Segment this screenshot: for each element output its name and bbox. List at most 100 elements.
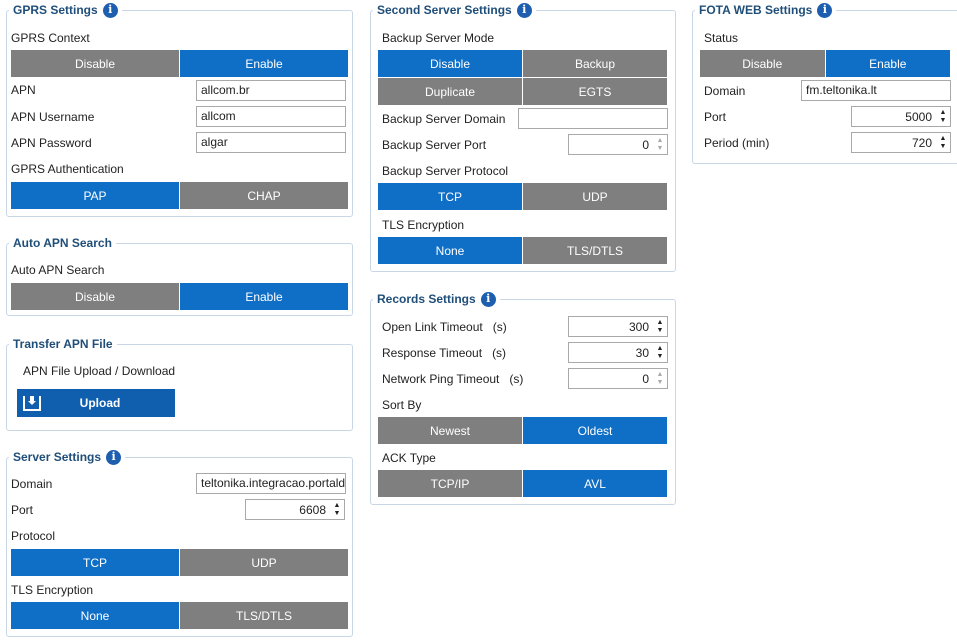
server-tls-toggle: None TLS/DTLS bbox=[11, 602, 348, 629]
backup-mode-row1: Disable Backup bbox=[378, 50, 667, 77]
gprs-context-disable-button[interactable]: Disable bbox=[11, 50, 179, 77]
backup-tls-label: TLS Encryption bbox=[382, 218, 465, 232]
fota-web-title: FOTA WEB Settings i bbox=[695, 2, 837, 18]
gprs-auth-pap-button[interactable]: PAP bbox=[11, 182, 179, 209]
gprs-context-toggle: Disable Enable bbox=[11, 50, 348, 77]
backup-mode-egts-button[interactable]: EGTS bbox=[523, 78, 667, 105]
gprs-settings-title: GPRS Settings i bbox=[9, 2, 122, 18]
apn-username-label: APN Username bbox=[11, 110, 95, 124]
fota-status-label: Status bbox=[704, 31, 739, 45]
spinner-arrows-icon[interactable]: ▲ ▼ bbox=[330, 500, 344, 519]
apn-input[interactable]: allcom.br bbox=[196, 80, 346, 101]
server-tls-label: TLS Encryption bbox=[11, 583, 94, 597]
apn-file-label: APN File Upload / Download bbox=[23, 364, 176, 378]
auto-apn-panel: Auto APN Search Auto APN Search Disable … bbox=[6, 235, 353, 316]
ping-timeout-unit: (s) bbox=[509, 372, 524, 386]
gprs-context-enable-button[interactable]: Enable bbox=[180, 50, 348, 77]
fota-port-label: Port bbox=[704, 110, 727, 124]
spinner-arrows-icon[interactable]: ▲ ▼ bbox=[653, 135, 667, 154]
backup-tls-none-button[interactable]: None bbox=[378, 237, 522, 264]
upload-button[interactable]: Upload bbox=[17, 389, 175, 417]
backup-protocol-toggle: TCP UDP bbox=[378, 183, 667, 210]
server-protocol-label: Protocol bbox=[11, 529, 56, 543]
ack-avl-button[interactable]: AVL bbox=[523, 470, 667, 497]
server-port-label: Port bbox=[11, 503, 34, 517]
backup-domain-label: Backup Server Domain bbox=[382, 112, 506, 126]
response-timeout-unit: (s) bbox=[492, 346, 507, 360]
auto-apn-disable-button[interactable]: Disable bbox=[11, 283, 179, 310]
apn-label: APN bbox=[11, 83, 36, 97]
upload-icon bbox=[23, 395, 41, 411]
ping-timeout-label: Network Ping Timeout bbox=[382, 372, 500, 386]
backup-mode-disable-button[interactable]: Disable bbox=[378, 50, 522, 77]
fota-web-panel: FOTA WEB Settings i Status Disable Enabl… bbox=[692, 2, 957, 164]
ack-tcpip-button[interactable]: TCP/IP bbox=[378, 470, 522, 497]
gprs-auth-chap-button[interactable]: CHAP bbox=[180, 182, 348, 209]
gprs-context-label: GPRS Context bbox=[11, 31, 90, 45]
server-tls-dtls-button[interactable]: TLS/DTLS bbox=[180, 602, 348, 629]
server-protocol-tcp-button[interactable]: TCP bbox=[11, 549, 179, 576]
server-protocol-udp-button[interactable]: UDP bbox=[180, 549, 348, 576]
server-settings-panel: Server Settings i Domain teltonika.integ… bbox=[6, 449, 353, 637]
info-icon[interactable]: i bbox=[102, 2, 118, 18]
server-tls-none-button[interactable]: None bbox=[11, 602, 179, 629]
open-link-unit: (s) bbox=[492, 320, 507, 334]
auto-apn-enable-button[interactable]: Enable bbox=[180, 283, 348, 310]
fota-disable-button[interactable]: Disable bbox=[700, 50, 825, 77]
records-settings-title: Records Settings i bbox=[373, 291, 500, 307]
auto-apn-title: Auto APN Search bbox=[9, 235, 116, 251]
spinner-arrows-icon[interactable]: ▲ ▼ bbox=[653, 369, 667, 388]
fota-domain-input[interactable]: fm.teltonika.lt bbox=[801, 80, 951, 101]
backup-domain-input[interactable] bbox=[518, 108, 668, 129]
records-settings-panel: Records Settings i Open Link Timeout (s)… bbox=[370, 291, 676, 505]
backup-mode-backup-button[interactable]: Backup bbox=[523, 50, 667, 77]
backup-mode-row2: Duplicate EGTS bbox=[378, 78, 667, 105]
apn-password-input[interactable]: algar bbox=[196, 132, 346, 153]
info-icon[interactable]: i bbox=[480, 291, 496, 307]
auto-apn-toggle: Disable Enable bbox=[11, 283, 348, 310]
sort-oldest-button[interactable]: Oldest bbox=[523, 417, 667, 444]
backup-protocol-tcp-button[interactable]: TCP bbox=[378, 183, 522, 210]
second-server-title: Second Server Settings i bbox=[373, 2, 536, 18]
spinner-arrows-icon[interactable]: ▲ ▼ bbox=[936, 133, 950, 152]
info-icon[interactable]: i bbox=[516, 2, 532, 18]
backup-protocol-label: Backup Server Protocol bbox=[382, 164, 509, 178]
auto-apn-label: Auto APN Search bbox=[11, 263, 105, 277]
open-link-stepper[interactable]: 300 ▲ ▼ bbox=[568, 316, 668, 337]
ping-timeout-stepper[interactable]: 0 ▲ ▼ bbox=[568, 368, 668, 389]
fota-enable-button[interactable]: Enable bbox=[825, 50, 950, 77]
backup-protocol-udp-button[interactable]: UDP bbox=[523, 183, 667, 210]
backup-tls-dtls-button[interactable]: TLS/DTLS bbox=[523, 237, 667, 264]
backup-port-stepper[interactable]: 0 ▲ ▼ bbox=[568, 134, 668, 155]
server-protocol-toggle: TCP UDP bbox=[11, 549, 348, 576]
spinner-arrows-icon[interactable]: ▲ ▼ bbox=[936, 107, 950, 126]
backup-mode-duplicate-button[interactable]: Duplicate bbox=[378, 78, 522, 105]
info-icon[interactable]: i bbox=[106, 449, 122, 465]
apn-username-input[interactable]: allcom bbox=[196, 106, 346, 127]
fota-status-toggle: Disable Enable bbox=[700, 50, 950, 77]
sort-by-toggle: Newest Oldest bbox=[378, 417, 667, 444]
ack-type-toggle: TCP/IP AVL bbox=[378, 470, 667, 497]
server-port-stepper[interactable]: 6608 ▲ ▼ bbox=[245, 499, 345, 520]
gprs-settings-panel: GPRS Settings i GPRS Context Disable Ena… bbox=[6, 2, 353, 217]
spinner-arrows-icon[interactable]: ▲ ▼ bbox=[653, 343, 667, 362]
response-timeout-stepper[interactable]: 30 ▲ ▼ bbox=[568, 342, 668, 363]
backup-tls-toggle: None TLS/DTLS bbox=[378, 237, 667, 264]
gprs-auth-label: GPRS Authentication bbox=[11, 162, 124, 176]
info-icon[interactable]: i bbox=[817, 2, 833, 18]
sort-by-label: Sort By bbox=[382, 398, 422, 412]
fota-period-stepper[interactable]: 720 ▲ ▼ bbox=[851, 132, 951, 153]
backup-port-label: Backup Server Port bbox=[382, 138, 487, 152]
second-server-panel: Second Server Settings i Backup Server M… bbox=[370, 2, 676, 272]
fota-port-stepper[interactable]: 5000 ▲ ▼ bbox=[851, 106, 951, 127]
apn-password-label: APN Password bbox=[11, 136, 92, 150]
sort-newest-button[interactable]: Newest bbox=[378, 417, 522, 444]
transfer-apn-panel: Transfer APN File APN File Upload / Down… bbox=[6, 336, 353, 431]
spinner-arrows-icon[interactable]: ▲ ▼ bbox=[653, 317, 667, 336]
fota-domain-label: Domain bbox=[704, 84, 746, 98]
open-link-label: Open Link Timeout bbox=[382, 320, 483, 334]
gprs-auth-toggle: PAP CHAP bbox=[11, 182, 348, 209]
fota-period-label: Period (min) bbox=[704, 136, 770, 150]
server-domain-input[interactable]: teltonika.integracao.portaldo bbox=[196, 473, 346, 494]
server-domain-label: Domain bbox=[11, 477, 53, 491]
